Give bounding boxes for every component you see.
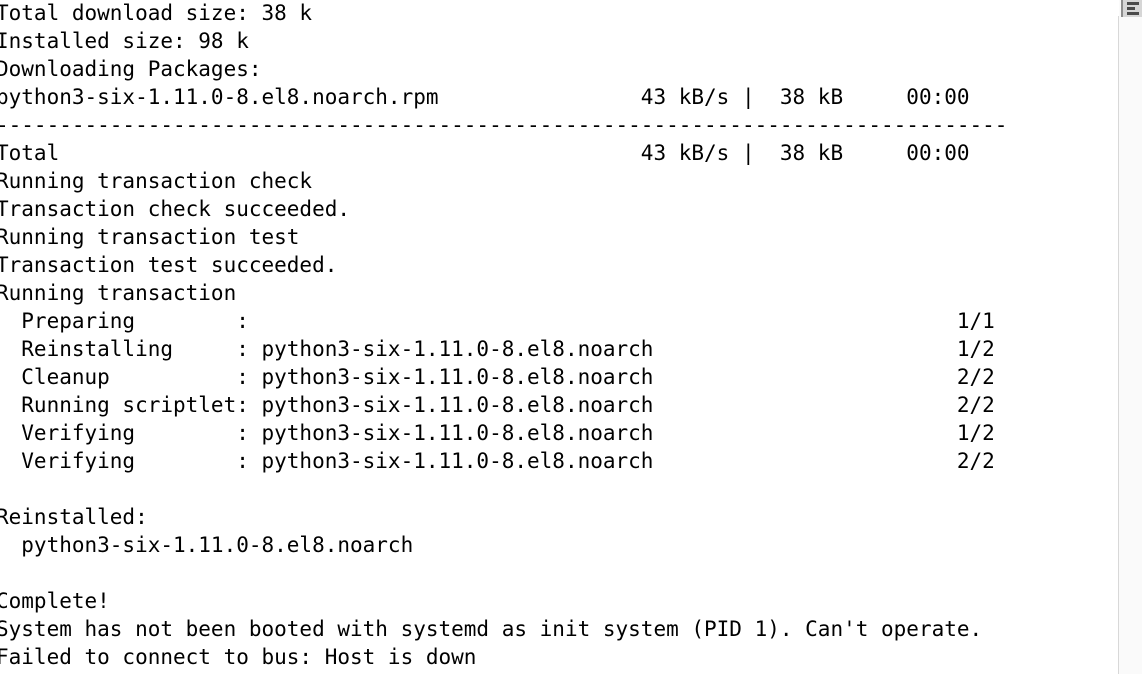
- terminal-line: Reinstalling : python3-six-1.11.0-8.el8.…: [0, 337, 995, 361]
- terminal-line: System has not been booted with systemd …: [0, 617, 983, 641]
- terminal-window[interactable]: Total download size: 38 k Installed size:…: [0, 0, 1142, 674]
- terminal-line: Failed to connect to bus: Host is down: [0, 645, 477, 669]
- terminal-line: ----------------------------------------…: [0, 113, 1008, 137]
- terminal-line: Reinstalled:: [0, 505, 148, 529]
- terminal-line: Installed size: 98 k: [0, 29, 249, 53]
- terminal-line: Total 43 kB/s | 38 kB 00:00: [0, 141, 970, 165]
- terminal-line: Running scriptlet: python3-six-1.11.0-8.…: [0, 393, 995, 417]
- terminal-line: Running transaction check: [0, 169, 313, 193]
- terminal-line: Verifying : python3-six-1.11.0-8.el8.noa…: [0, 421, 995, 445]
- terminal-line: Transaction check succeeded.: [0, 197, 351, 221]
- terminal-line: python3-six-1.11.0-8.el8.noarch: [0, 533, 414, 557]
- list-lines-icon[interactable]: [1121, 0, 1142, 17]
- list-lines-icon-bar: [1127, 12, 1139, 15]
- terminal-line: Cleanup : python3-six-1.11.0-8.el8.noarc…: [0, 365, 995, 389]
- vertical-scrollbar[interactable]: [1119, 0, 1142, 674]
- terminal-line: Transaction test succeeded.: [0, 253, 338, 277]
- terminal-line: Running transaction test: [0, 225, 300, 249]
- list-lines-icon-bar: [1127, 7, 1135, 10]
- terminal-line: Total download size: 38 k: [0, 1, 313, 25]
- terminal-screen[interactable]: Total download size: 38 k Installed size:…: [0, 0, 1119, 674]
- terminal-line: Preparing : 1/1: [0, 309, 995, 333]
- terminal-output: Total download size: 38 k Installed size:…: [0, 0, 1119, 671]
- terminal-line: Verifying : python3-six-1.11.0-8.el8.noa…: [0, 449, 995, 473]
- terminal-line: python3-six-1.11.0-8.el8.noarch.rpm 43 k…: [0, 85, 970, 109]
- list-lines-icon-bar: [1127, 2, 1139, 5]
- terminal-line: Running transaction: [0, 281, 237, 305]
- terminal-line: Downloading Packages:: [0, 57, 262, 81]
- terminal-line: Complete!: [0, 589, 110, 613]
